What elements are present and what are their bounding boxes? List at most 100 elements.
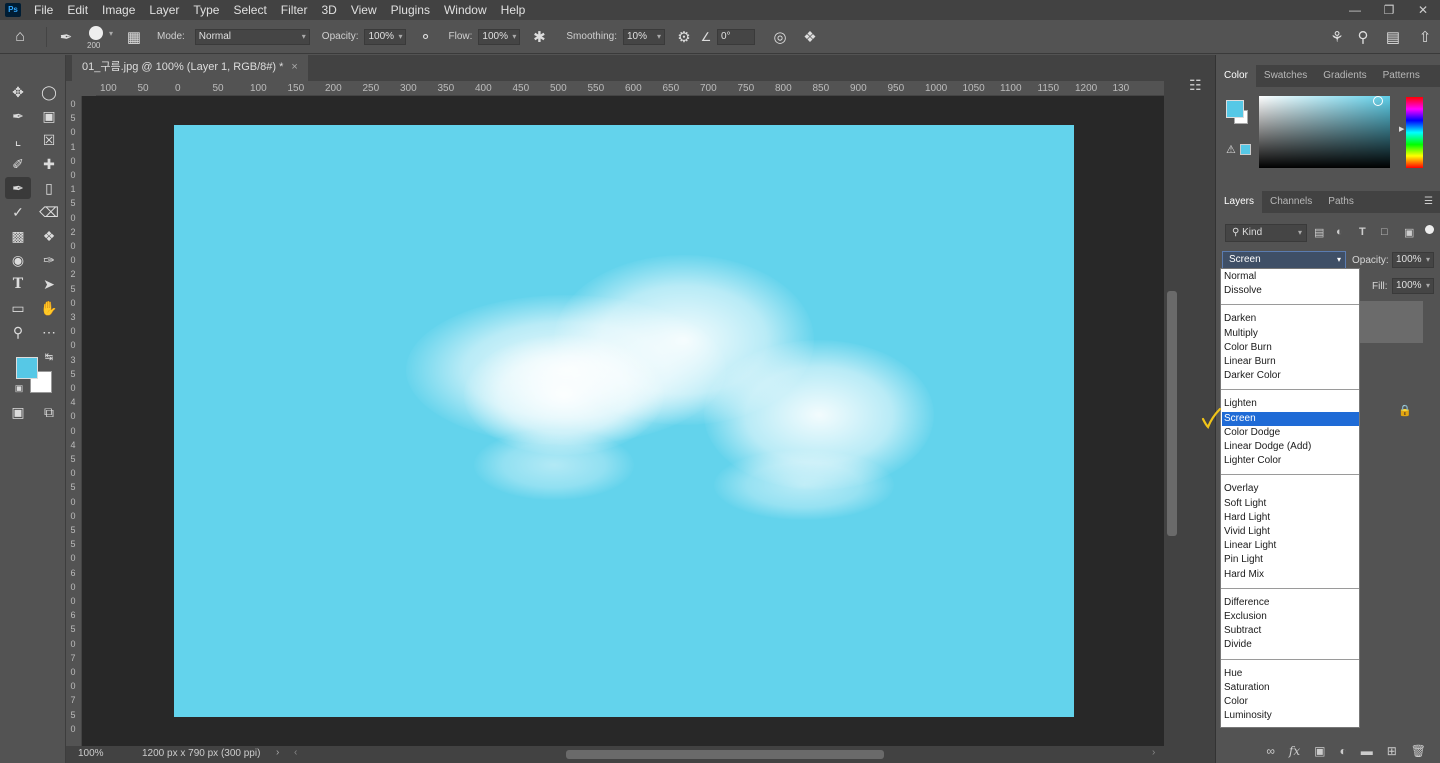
menu-select[interactable]: Select — [226, 0, 273, 20]
fill-field[interactable]: 100% ▾ — [1392, 278, 1434, 294]
adjustment-layer-icon[interactable]: ◐ — [1339, 744, 1346, 758]
document-info[interactable]: 1200 px x 790 px (300 ppi) — [142, 748, 260, 759]
adjustment-layer-filter-icon[interactable]: ◐ — [1336, 226, 1343, 238]
shape-layer-filter-icon[interactable]: □ — [1381, 226, 1388, 238]
eraser-tool-icon[interactable]: ⌫ — [36, 201, 62, 223]
blend-option-hue[interactable]: Hue — [1222, 667, 1359, 681]
object-select-tool-icon[interactable]: ▣ — [36, 105, 62, 127]
screen-mode-icon[interactable]: ⧉ — [36, 401, 62, 423]
warning-icon[interactable]: ⚠ — [1226, 143, 1236, 156]
swap-colors-icon[interactable]: ↹ — [42, 351, 56, 365]
smart-object-filter-icon[interactable]: ▣ — [1404, 226, 1414, 239]
menu-file[interactable]: File — [27, 0, 60, 20]
home-icon[interactable]: ⌂ — [0, 28, 40, 46]
fx-icon[interactable]: fx — [1289, 744, 1300, 758]
learn-icon[interactable]: ⚘ — [1324, 28, 1350, 46]
gradient-tool-icon[interactable]: ▩ — [5, 225, 31, 247]
blend-mode-select[interactable]: Screen ▾ — [1222, 251, 1346, 269]
layer-opacity-field[interactable]: 100% ▾ — [1392, 252, 1434, 268]
crop-tool-icon[interactable]: ⌞ — [5, 129, 31, 151]
blend-option-vivid-light[interactable]: Vivid Light — [1222, 525, 1359, 539]
frame-tool-icon[interactable]: ☒ — [36, 129, 62, 151]
blend-option-normal[interactable]: Normal — [1222, 270, 1359, 284]
brush-preset-picker[interactable]: 200 ▾ — [79, 23, 117, 51]
chevron-right-icon[interactable]: › — [1152, 747, 1155, 758]
new-layer-icon[interactable]: ⊞ — [1387, 744, 1397, 758]
brush-settings-panel-icon[interactable]: ▦ — [121, 28, 147, 46]
blend-option-lighten[interactable]: Lighten — [1222, 397, 1359, 411]
share-icon[interactable]: ⇧ — [1410, 28, 1440, 46]
dodge-tool-icon[interactable]: ◉ — [5, 249, 31, 271]
menu-window[interactable]: Window — [437, 0, 494, 20]
close-window-button[interactable]: ✕ — [1406, 0, 1440, 20]
mode-select[interactable]: Normal ▾ — [194, 28, 310, 45]
color-picker-field[interactable] — [1259, 96, 1390, 168]
angle-field[interactable]: 0° — [716, 28, 755, 45]
link-icon[interactable]: ∞ — [1266, 744, 1275, 758]
color-picker-handle[interactable] — [1373, 96, 1383, 106]
blend-option-overlay[interactable]: Overlay — [1222, 482, 1359, 496]
blend-option-saturation[interactable]: Saturation — [1222, 681, 1359, 695]
tab-color[interactable]: Color — [1216, 65, 1256, 87]
lasso-tool-icon[interactable]: ✒ — [5, 105, 31, 127]
layer-mask-icon[interactable]: ▣ — [1314, 744, 1325, 758]
menu-layer[interactable]: Layer — [142, 0, 186, 20]
blend-option-linear-dodge-add[interactable]: Linear Dodge (Add) — [1222, 440, 1359, 454]
menu-view[interactable]: View — [344, 0, 384, 20]
blend-option-linear-light[interactable]: Linear Light — [1222, 539, 1359, 553]
menu-type[interactable]: Type — [186, 0, 226, 20]
pen-tool-icon[interactable]: ✑ — [36, 249, 62, 271]
pressure-size-icon[interactable]: ◎ — [767, 28, 793, 46]
panel-menu-icon[interactable]: ☰ — [1424, 196, 1433, 207]
close-icon[interactable]: × — [291, 61, 297, 73]
search-icon[interactable]: ⚲ — [1350, 28, 1376, 46]
tab-gradients[interactable]: Gradients — [1315, 65, 1374, 87]
group-icon[interactable]: ▬ — [1361, 744, 1373, 758]
blend-option-darken[interactable]: Darken — [1222, 312, 1359, 326]
menu-help[interactable]: Help — [494, 0, 533, 20]
menu-filter[interactable]: Filter — [274, 0, 315, 20]
blend-option-multiply[interactable]: Multiply — [1222, 327, 1359, 341]
blur-tool-icon[interactable]: ❖ — [36, 225, 62, 247]
vertical-scrollbar[interactable] — [1164, 81, 1180, 746]
history-brush-tool-icon[interactable]: ✓ — [5, 201, 31, 223]
blend-option-divide[interactable]: Divide — [1222, 638, 1359, 652]
opacity-field[interactable]: 100% ▾ — [364, 28, 407, 45]
tab-patterns[interactable]: Patterns — [1375, 65, 1428, 87]
blend-option-screen[interactable]: Screen — [1222, 411, 1359, 426]
hue-slider[interactable] — [1406, 97, 1423, 168]
rectangle-tool-icon[interactable]: ▭ — [5, 297, 31, 319]
blend-option-darker-color[interactable]: Darker Color — [1222, 369, 1359, 383]
foreground-color-chip[interactable] — [1226, 100, 1244, 118]
properties-panel-icon[interactable]: ☷ — [1189, 77, 1202, 94]
blend-option-luminosity[interactable]: Luminosity — [1222, 709, 1359, 723]
web-safe-color-chip[interactable] — [1240, 144, 1251, 155]
more-tools-icon[interactable]: ⋯ — [36, 321, 62, 343]
restore-button[interactable]: ❐ — [1372, 0, 1406, 20]
type-tool-icon[interactable]: T — [5, 273, 31, 295]
trash-icon[interactable]: 🗑 — [1411, 744, 1426, 758]
menu-image[interactable]: Image — [95, 0, 142, 20]
blend-option-hard-light[interactable]: Hard Light — [1222, 511, 1359, 525]
scroll-thumb[interactable] — [1167, 291, 1177, 536]
document-canvas[interactable] — [174, 125, 1074, 717]
default-colors-icon[interactable]: ▣ — [12, 381, 26, 395]
layer-row-selected[interactable] — [1360, 301, 1423, 343]
minimize-button[interactable]: — — [1338, 0, 1372, 20]
blend-option-dissolve[interactable]: Dissolve — [1222, 284, 1359, 298]
workspace-icon[interactable]: ▤ — [1376, 28, 1410, 46]
blend-option-linear-burn[interactable]: Linear Burn — [1222, 355, 1359, 369]
gear-icon[interactable]: ⚙ — [671, 28, 697, 46]
tab-swatches[interactable]: Swatches — [1256, 65, 1315, 87]
zoom-level[interactable]: 100% — [78, 748, 104, 759]
flow-field[interactable]: 100% ▾ — [478, 28, 521, 45]
blend-option-color[interactable]: Color — [1222, 695, 1359, 709]
menu-edit[interactable]: Edit — [60, 0, 95, 20]
symmetry-icon[interactable]: ❖ — [797, 28, 823, 46]
blend-option-exclusion[interactable]: Exclusion — [1222, 610, 1359, 624]
smoothing-field[interactable]: 10% ▾ — [622, 28, 665, 45]
menu-3d[interactable]: 3D — [314, 0, 343, 20]
hand-tool-icon[interactable]: ✋ — [36, 297, 62, 319]
chevron-left-icon[interactable]: ‹ — [294, 747, 297, 758]
healing-brush-tool-icon[interactable]: ✚ — [36, 153, 62, 175]
